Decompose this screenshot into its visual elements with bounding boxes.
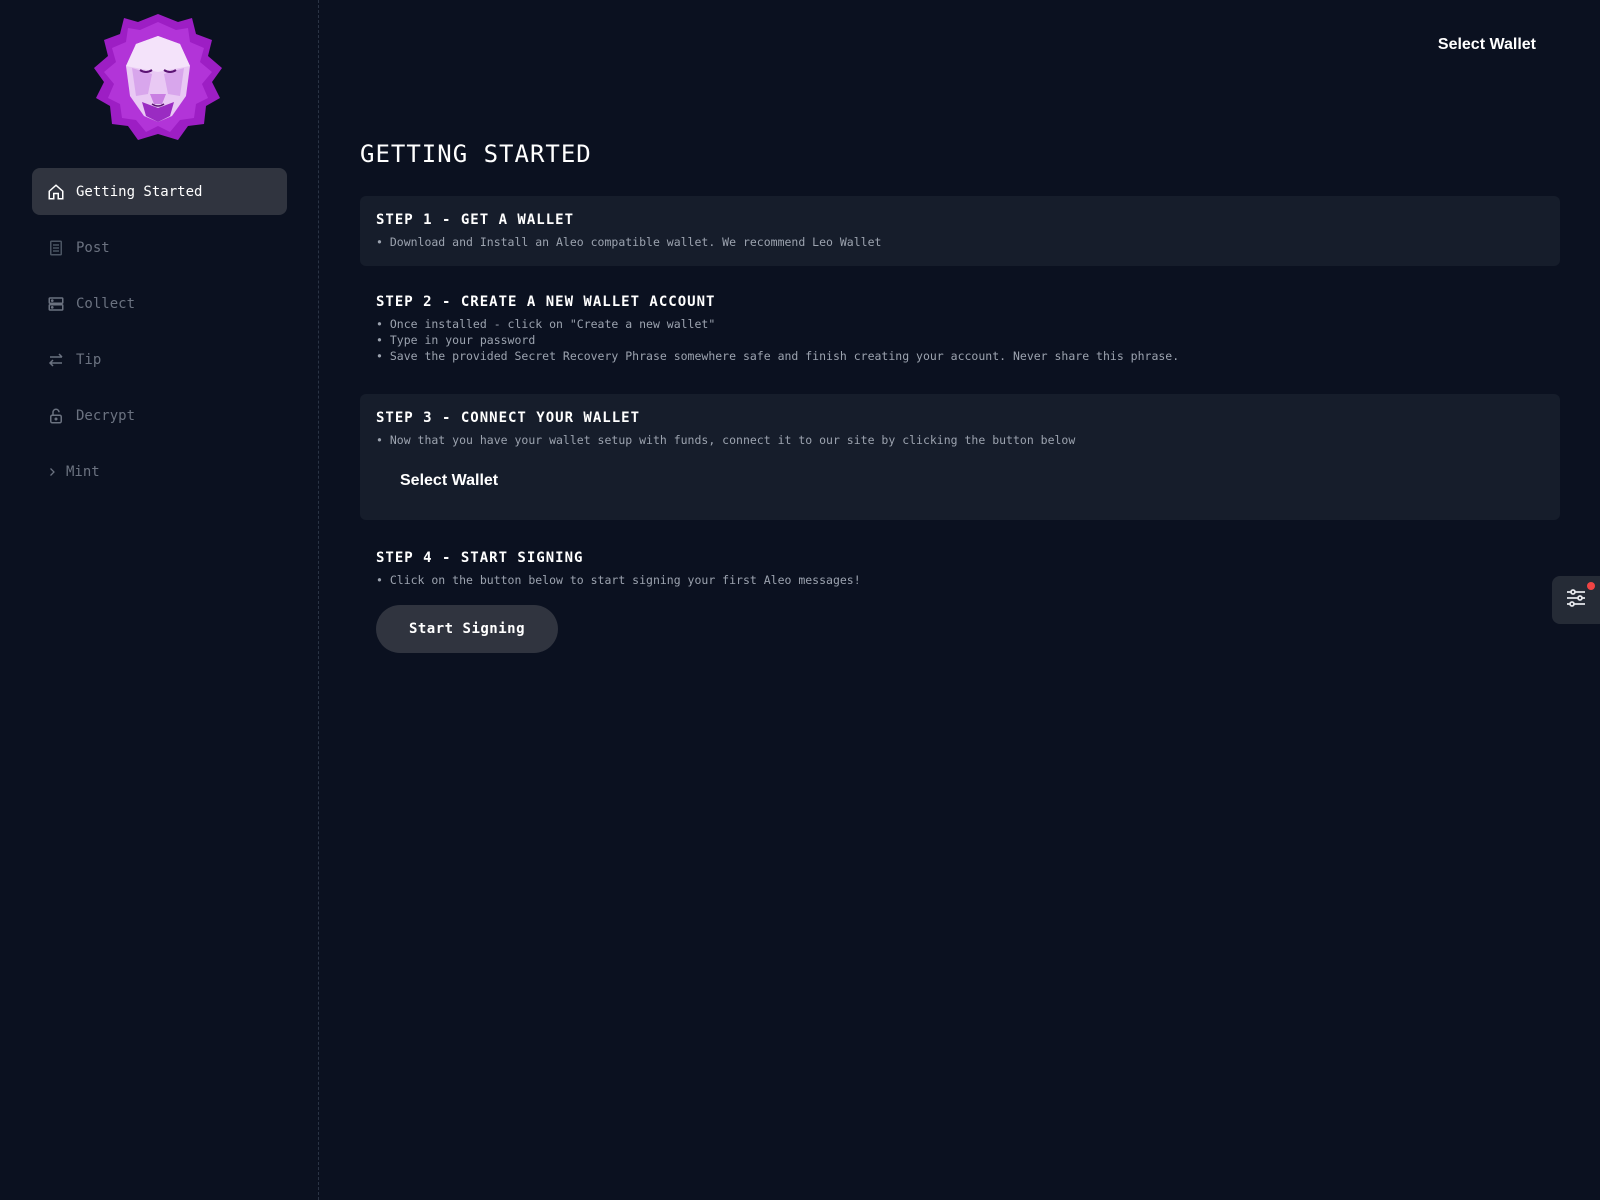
step-line: • Type in your password: [376, 333, 536, 347]
sidebar-item-post[interactable]: Post: [32, 224, 287, 271]
sidebar-item-decrypt[interactable]: Decrypt: [32, 392, 287, 439]
server-icon: [46, 294, 66, 314]
sidebar-item-tip[interactable]: Tip: [32, 336, 287, 383]
sidebar-item-label: Post: [76, 239, 110, 256]
sidebar-item-label: Mint: [66, 463, 100, 480]
settings-fab[interactable]: [1552, 576, 1600, 624]
step-heading: STEP 4 - START SIGNING: [376, 550, 584, 566]
select-wallet-button[interactable]: Select Wallet: [1438, 36, 1536, 54]
step-1-card: STEP 1 - GET A WALLET • Download and Ins…: [360, 196, 1560, 266]
unlock-icon: [46, 406, 66, 426]
step-line: • Now that you have your wallet setup wi…: [376, 433, 1076, 447]
sidebar-item-mint[interactable]: Mint: [32, 448, 287, 495]
sidebar-item-label: Collect: [76, 295, 136, 312]
step-2-card: STEP 2 - CREATE A NEW WALLET ACCOUNT • O…: [360, 278, 1560, 380]
step-4-card: STEP 4 - START SIGNING • Click on the bu…: [360, 532, 1560, 669]
step-heading: STEP 1 - GET A WALLET: [376, 212, 575, 228]
step-3-card: STEP 3 - CONNECT YOUR WALLET • Now that …: [360, 394, 1560, 520]
main-content: GETTING STARTED STEP 1 - GET A WALLET • …: [360, 140, 1560, 681]
sidebar-item-label: Tip: [76, 351, 102, 368]
step-line: • Download and Install an Aleo compatibl…: [376, 235, 882, 249]
step-line: • Once installed - click on "Create a ne…: [376, 317, 716, 331]
chevron-right-icon: [46, 462, 58, 482]
sliders-icon: [1564, 586, 1588, 614]
page-title: GETTING STARTED: [360, 140, 592, 168]
connect-wallet-button[interactable]: Select Wallet: [400, 472, 498, 490]
start-signing-button[interactable]: Start Signing: [376, 605, 558, 653]
sidebar-nav: Getting Started Post Collect Tip Decrypt: [32, 168, 287, 504]
sidebar-item-label: Getting Started: [76, 183, 203, 200]
sidebar-item-getting-started[interactable]: Getting Started: [32, 168, 287, 215]
step-line: • Click on the button below to start sig…: [376, 573, 861, 587]
step-heading: STEP 3 - CONNECT YOUR WALLET: [376, 410, 641, 426]
step-heading: STEP 2 - CREATE A NEW WALLET ACCOUNT: [376, 294, 716, 310]
sidebar: Getting Started Post Collect Tip Decrypt: [0, 0, 319, 1200]
notification-dot: [1587, 582, 1595, 590]
sidebar-item-label: Decrypt: [76, 407, 136, 424]
home-icon: [46, 182, 66, 202]
step-line: • Save the provided Secret Recovery Phra…: [376, 349, 1180, 363]
lion-logo: [94, 14, 222, 140]
sidebar-item-collect[interactable]: Collect: [32, 280, 287, 327]
document-icon: [46, 238, 66, 258]
transfer-icon: [46, 350, 66, 370]
